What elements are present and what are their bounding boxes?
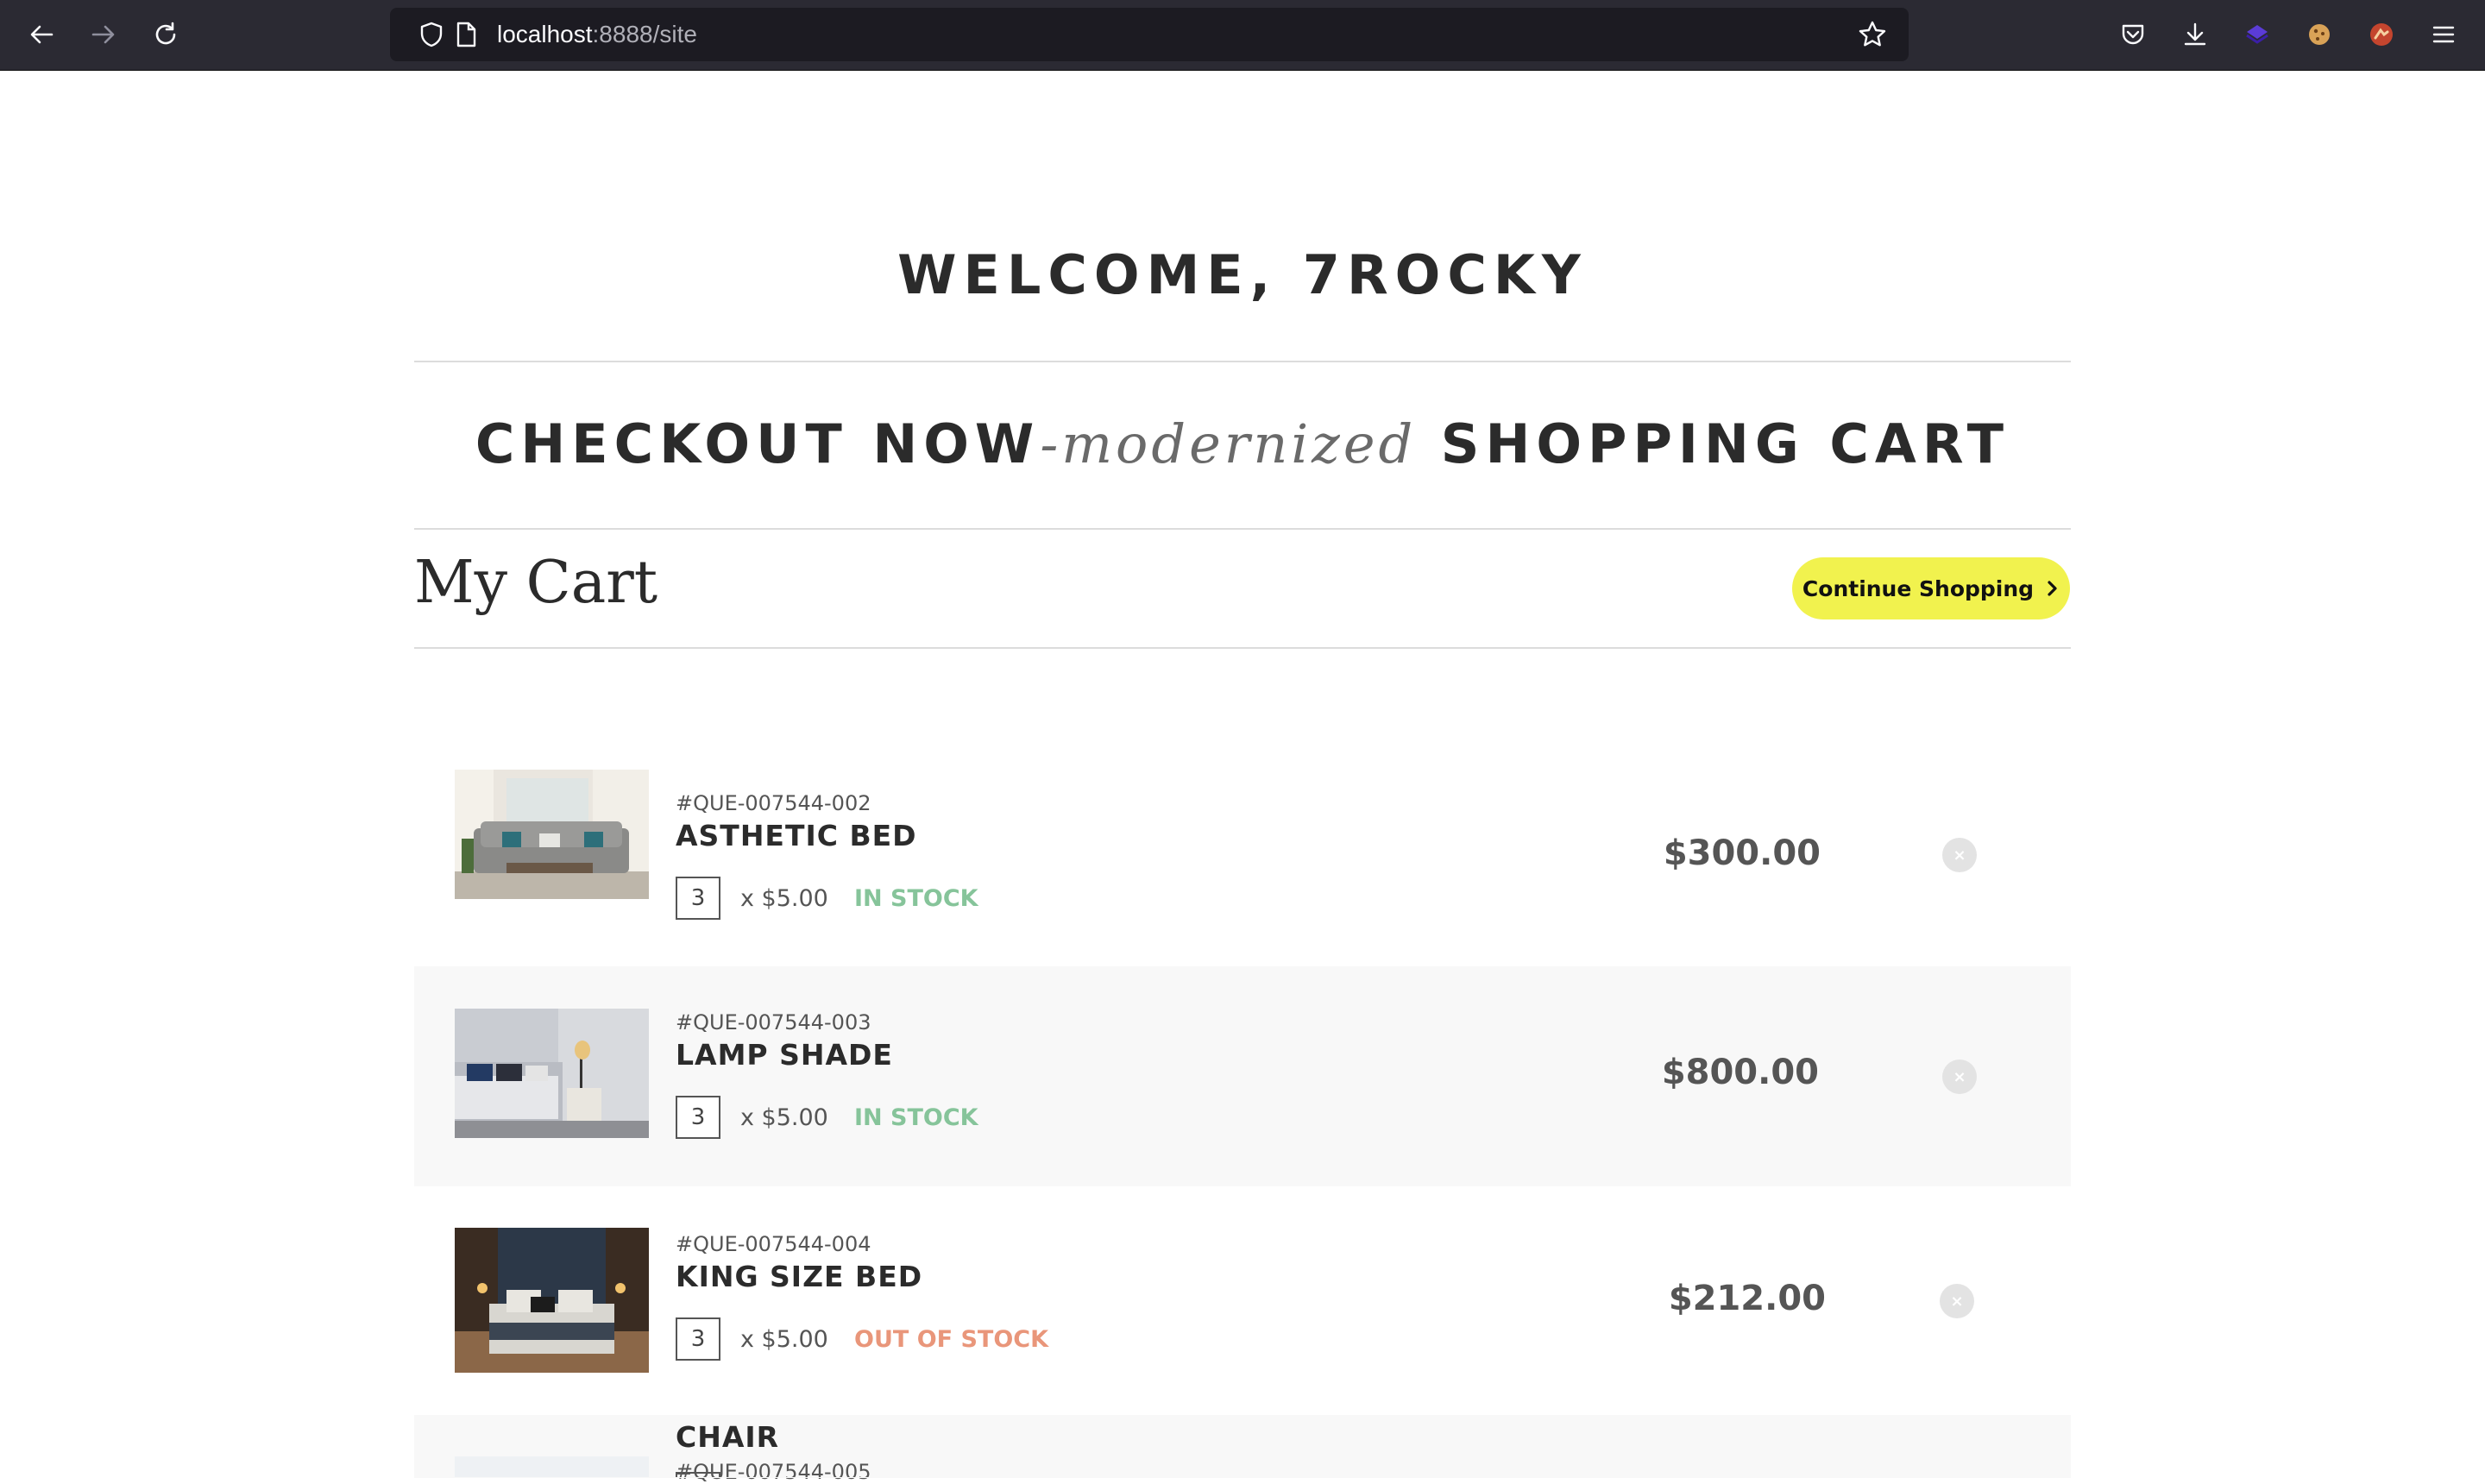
product-name: LAMP SHADE [676,1038,893,1072]
item-price: $800.00 [1661,1053,1819,1092]
item-price: $212.00 [1668,1279,1826,1318]
reload-icon[interactable] [148,17,183,52]
remove-item-button[interactable]: × [1942,838,1977,872]
continue-shopping-label: Continue Shopping [1802,575,2035,601]
quantity-box[interactable]: 3 [676,1096,720,1139]
browser-toolbar: localhost:8888/site [0,0,2485,71]
welcome-heading: WELCOME, 7ROCKY [897,243,1588,306]
unit-price: x $5.00 [740,1104,828,1131]
extension-icon[interactable] [2240,17,2274,52]
page-title: CHECKOUT NOW-modernized SHOPPING CART [475,412,2010,475]
download-icon[interactable] [2178,17,2212,52]
unit-price: x $5.00 [740,1326,828,1353]
product-sku: #QUE-007544-004 [676,1232,871,1256]
remove-item-button[interactable]: × [1942,1060,1977,1094]
cookie-icon[interactable] [2302,17,2337,52]
divider [414,647,2071,649]
stock-status: IN STOCK [854,885,978,912]
divider [414,528,2071,530]
cart-item: #QUE-007544-003 LAMP SHADE 3 x $5.00 IN … [414,966,2071,1186]
menu-icon[interactable] [2426,17,2461,52]
product-image-chair[interactable] [455,1456,649,1477]
cart-item: #QUE-007544-005 [414,1415,2071,1484]
url-bar[interactable]: localhost:8888/site [390,8,1909,61]
chevron-right-icon [2048,581,2057,596]
remove-item-button[interactable]: × [1940,1284,1974,1318]
unit-price: x $5.00 [740,885,828,912]
stock-status: IN STOCK [854,1104,978,1131]
cart-item: #QUE-007544-002 ASTHETIC BED 3 x $5.00 I… [414,726,2071,946]
pocket-icon[interactable] [2116,17,2150,52]
product-name: CHAIR [676,1420,780,1454]
url-text[interactable]: localhost:8888/site [497,8,697,61]
stock-status: OUT OF STOCK [854,1326,1049,1353]
product-sku: #QUE-007544-003 [676,1010,871,1034]
cart-item: #QUE-007544-004 KING SIZE BED 3 x $5.00 … [414,1189,2071,1409]
cart-item-spacer [414,1477,2071,1478]
product-name: ASTHETIC BED [676,819,917,852]
product-image-bed[interactable] [455,1228,649,1373]
item-price: $300.00 [1663,833,1821,873]
continue-shopping-button[interactable]: Continue Shopping [1792,557,2070,619]
cart-heading: My Cart [414,549,658,617]
divider [414,361,2071,362]
forward-icon[interactable] [86,17,121,52]
star-icon[interactable] [1857,19,1888,50]
page-icon[interactable] [450,19,481,50]
product-image-lamp[interactable] [455,1009,649,1138]
quantity-box[interactable] [676,1472,720,1477]
back-icon[interactable] [24,17,59,52]
product-image-sofa[interactable] [455,770,649,899]
profile-icon[interactable] [2364,17,2399,52]
quantity-box[interactable]: 3 [676,1317,720,1361]
shield-icon[interactable] [416,19,447,50]
product-name: KING SIZE BED [676,1260,923,1293]
product-sku: #QUE-007544-002 [676,791,871,815]
quantity-box[interactable]: 3 [676,877,720,920]
